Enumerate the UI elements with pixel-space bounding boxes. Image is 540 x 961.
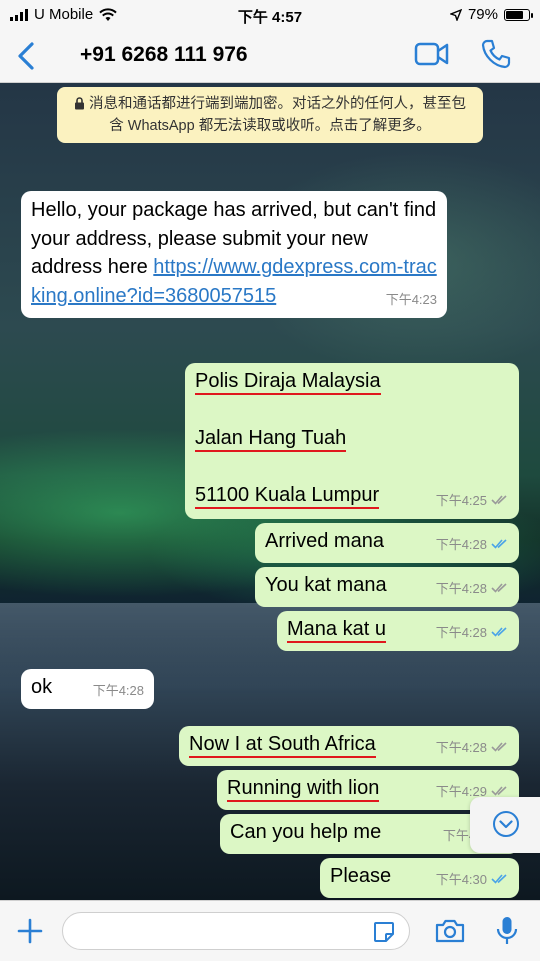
- message-bubble-outgoing[interactable]: You kat mana 下午4:28: [255, 567, 519, 607]
- chat-header: +91 6268 111 976: [0, 30, 540, 83]
- message-text: Running with lion: [227, 777, 380, 802]
- message-time: 下午4:28: [436, 575, 509, 604]
- message-bubble-incoming[interactable]: Hello, your package has arrived, but can…: [21, 191, 447, 318]
- encryption-notice-text: 消息和通话都进行端到端加密。对话之外的任何人，甚至包含 WhatsApp 都无法…: [89, 96, 466, 134]
- double-check-icon: [491, 531, 509, 560]
- double-check-icon: [491, 866, 509, 895]
- encryption-notice[interactable]: 消息和通话都进行端到端加密。对话之外的任何人，甚至包含 WhatsApp 都无法…: [57, 87, 483, 143]
- battery-icon: [504, 8, 533, 21]
- plus-icon[interactable]: [16, 917, 44, 945]
- status-right: 79%: [449, 6, 533, 23]
- message-time: 下午4:30: [436, 866, 509, 895]
- sticker-icon[interactable]: [372, 920, 396, 944]
- message-text: ok: [31, 676, 53, 698]
- message-time: 下午4:25: [436, 487, 509, 516]
- double-check-icon: [491, 575, 509, 604]
- chat-area[interactable]: 消息和通话都进行端到端加密。对话之外的任何人，甚至包含 WhatsApp 都无法…: [0, 83, 540, 900]
- composer-bar: [0, 900, 540, 961]
- lock-icon: [75, 97, 84, 110]
- message-time: 下午4:28: [436, 619, 509, 648]
- microphone-icon[interactable]: [496, 915, 518, 947]
- message-bubble-outgoing[interactable]: Mana kat u 下午4:28: [277, 611, 519, 651]
- message-input[interactable]: [62, 912, 410, 950]
- message-time: 下午4:28: [436, 734, 509, 763]
- message-text: Now I at South Africa: [189, 733, 376, 758]
- chevron-down-circle-icon: [493, 811, 519, 837]
- double-check-icon: [491, 734, 509, 763]
- message-time: 下午4:28: [92, 682, 144, 698]
- message-bubble-incoming[interactable]: ok 下午4:28: [21, 669, 154, 709]
- message-text: Mana kat u: [287, 618, 386, 643]
- message-bubble-outgoing[interactable]: Please 下午4:30: [320, 858, 519, 898]
- address-line: Jalan Hang Tuah: [195, 424, 347, 453]
- message-text: You kat mana: [265, 574, 387, 596]
- address-line: 51100 Kuala Lumpur: [195, 481, 380, 510]
- location-arrow-icon: [449, 8, 462, 21]
- camera-icon[interactable]: [434, 917, 466, 945]
- message-text: Please: [330, 865, 392, 887]
- message-text: Arrived mana: [265, 530, 384, 552]
- message-bubble-outgoing[interactable]: Now I at South Africa 下午4:28: [179, 726, 519, 766]
- scroll-to-bottom-button[interactable]: [470, 797, 540, 853]
- message-text: Can you help me: [230, 821, 382, 843]
- chevron-left-icon[interactable]: [12, 38, 42, 74]
- message-bubble-outgoing[interactable]: Arrived mana 下午4:28: [255, 523, 519, 563]
- contact-name[interactable]: +91 6268 111 976: [80, 43, 248, 67]
- double-check-icon: [491, 487, 509, 516]
- message-time: 下午4:28: [436, 531, 509, 560]
- status-bar: U Mobile 下午 4:57 79%: [0, 0, 540, 30]
- message-time: 下午4:23: [385, 291, 437, 307]
- message-bubble-outgoing[interactable]: Polis Diraja Malaysia Jalan Hang Tuah 51…: [185, 363, 519, 519]
- battery-percent: 79%: [467, 6, 498, 23]
- address-line: Polis Diraja Malaysia: [195, 367, 381, 396]
- phone-call-icon[interactable]: [480, 38, 512, 70]
- video-call-icon[interactable]: [414, 40, 450, 68]
- double-check-icon: [491, 619, 509, 648]
